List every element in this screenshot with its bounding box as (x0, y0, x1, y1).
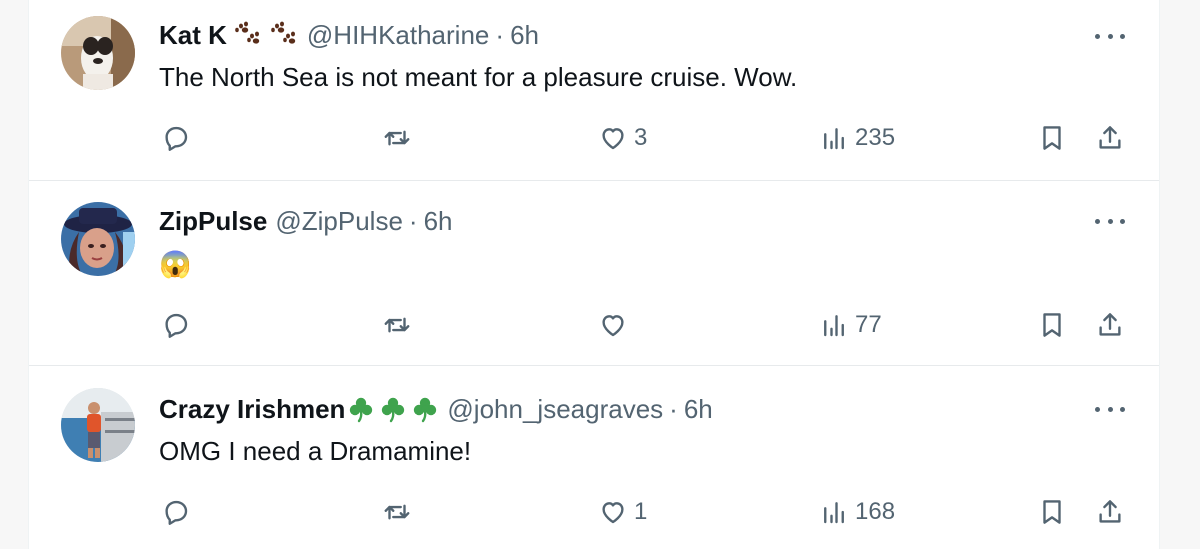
like-button[interactable] (598, 307, 634, 343)
paw-prints-icon (235, 21, 260, 44)
post-kat-k[interactable]: Kat K @HIHKatharine · 6h The North Sea i… (29, 0, 1159, 181)
action-bar: 1 168 (29, 494, 1159, 530)
share-button[interactable] (1095, 494, 1125, 530)
more-options-icon[interactable] (1095, 211, 1125, 231)
bookmark-icon (1037, 310, 1067, 340)
share-button[interactable] (1095, 120, 1125, 156)
action-bar: 77 (29, 307, 1159, 343)
heart-icon (598, 497, 628, 527)
timestamp[interactable]: 6h (684, 394, 713, 425)
views-button[interactable]: 168 (819, 494, 895, 530)
reply-icon (161, 497, 191, 527)
action-bar: 3 235 (29, 120, 1159, 156)
display-name[interactable]: Crazy Irishmen (159, 394, 345, 425)
like-count: 1 (634, 498, 648, 525)
post-header: ZipPulse @ZipPulse · 6h (159, 201, 453, 241)
post-header: Kat K @HIHKatharine · 6h (159, 15, 539, 55)
shamrock-icon (350, 397, 373, 423)
share-icon (1095, 497, 1125, 527)
post-text: The North Sea is not meant for a pleasur… (159, 62, 798, 92)
user-handle[interactable]: @john_jseagraves (447, 394, 663, 425)
share-icon (1095, 310, 1125, 340)
user-handle[interactable]: @HIHKatharine (307, 20, 489, 51)
reply-icon (161, 310, 191, 340)
timestamp[interactable]: 6h (424, 206, 453, 237)
avatar[interactable] (61, 16, 135, 90)
bookmark-button[interactable] (1037, 307, 1067, 343)
like-button[interactable]: 1 (598, 494, 647, 530)
heart-icon (598, 310, 628, 340)
bookmark-button[interactable] (1037, 494, 1067, 530)
separator-dot: · (408, 205, 418, 236)
timestamp[interactable]: 6h (510, 20, 539, 51)
post-text: OMG I need a Dramamine! (159, 436, 472, 466)
view-count: 77 (855, 311, 882, 338)
view-count: 235 (855, 124, 896, 151)
avatar[interactable] (61, 202, 135, 276)
share-icon (1095, 123, 1125, 153)
user-handle[interactable]: @ZipPulse (275, 206, 403, 237)
post-text: 😱 (159, 249, 192, 279)
views-chart-icon (819, 497, 849, 527)
reply-button[interactable] (161, 307, 191, 343)
repost-button[interactable] (382, 307, 412, 343)
bookmark-icon (1037, 497, 1067, 527)
post-zippulse[interactable]: ZipPulse @ZipPulse · 6h 😱 77 (29, 181, 1159, 366)
repost-icon (382, 310, 412, 340)
repost-icon (382, 123, 412, 153)
repost-icon (382, 497, 412, 527)
shamrock-icon (382, 397, 405, 423)
reply-button[interactable] (161, 494, 191, 530)
like-button[interactable]: 3 (598, 120, 647, 156)
reply-feed: Kat K @HIHKatharine · 6h The North Sea i… (28, 0, 1160, 549)
display-name[interactable]: ZipPulse (159, 206, 267, 237)
post-crazy-irishmen[interactable]: Crazy Irishmen @john_jseagraves · 6h OMG… (29, 366, 1159, 549)
shamrock-icon (414, 397, 437, 423)
more-options-icon[interactable] (1095, 26, 1125, 46)
share-button[interactable] (1095, 307, 1125, 343)
bookmark-button[interactable] (1037, 120, 1067, 156)
views-button[interactable]: 235 (819, 120, 895, 156)
repost-button[interactable] (382, 120, 412, 156)
separator-dot: · (669, 393, 678, 424)
view-count: 168 (855, 498, 896, 525)
views-chart-icon (819, 310, 849, 340)
reply-icon (161, 123, 191, 153)
views-chart-icon (819, 123, 849, 153)
avatar[interactable] (61, 388, 135, 462)
more-options-icon[interactable] (1095, 399, 1125, 419)
separator-dot: · (495, 19, 505, 50)
display-name[interactable]: Kat K (159, 20, 227, 51)
reply-button[interactable] (161, 120, 191, 156)
bookmark-icon (1037, 123, 1067, 153)
name-emoji-group (233, 20, 299, 50)
post-header: Crazy Irishmen @john_jseagraves · 6h (159, 389, 713, 429)
heart-icon (598, 123, 628, 153)
views-button[interactable]: 77 (819, 307, 882, 343)
like-count: 3 (634, 124, 648, 151)
repost-button[interactable] (382, 494, 412, 530)
paw-prints-icon (271, 21, 296, 44)
name-emoji-group (347, 395, 439, 423)
